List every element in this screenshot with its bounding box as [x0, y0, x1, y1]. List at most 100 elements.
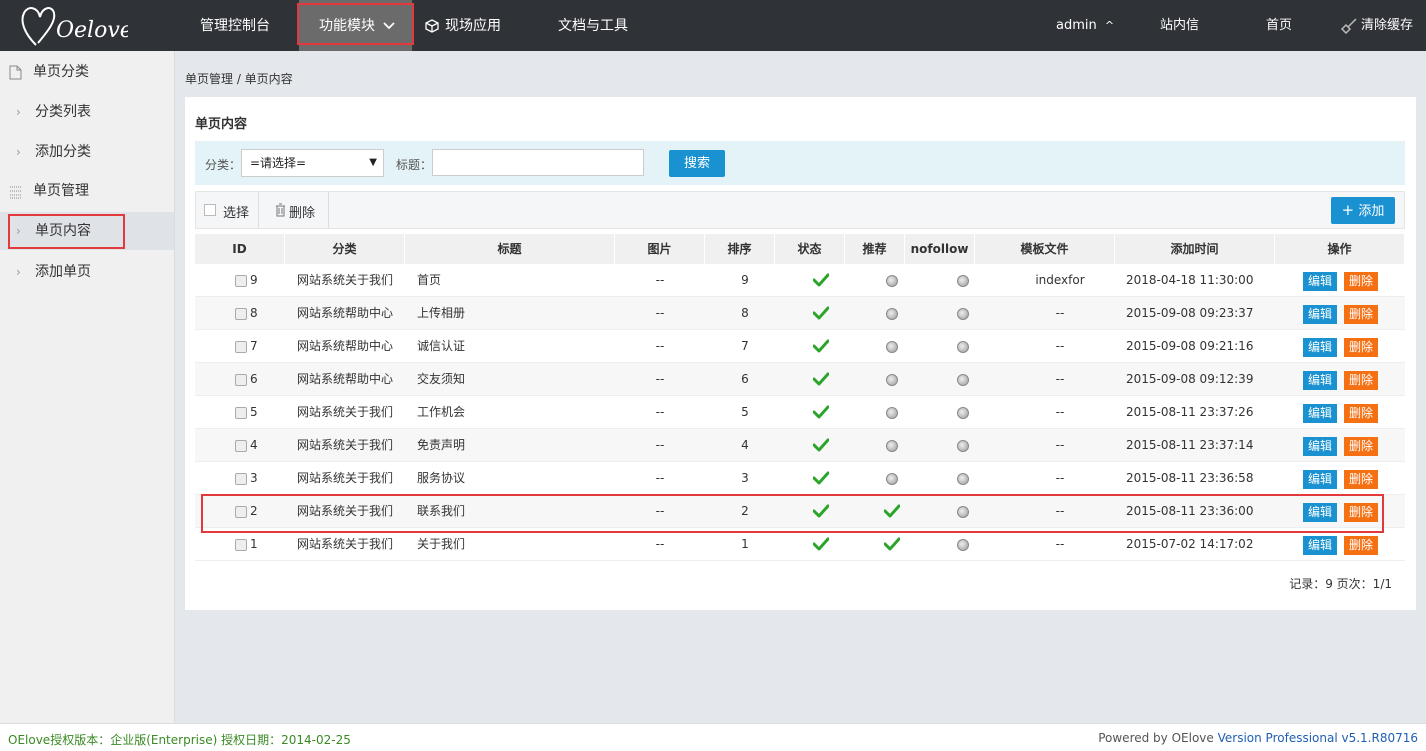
row-checkbox[interactable]: [235, 440, 247, 452]
status-check-icon[interactable]: [813, 306, 829, 320]
status-check-icon[interactable]: [813, 372, 829, 386]
nofollow-off-icon[interactable]: [957, 407, 969, 419]
delete-button[interactable]: 删除: [1344, 371, 1378, 390]
status-check-icon[interactable]: [813, 273, 829, 287]
status-check-icon[interactable]: [813, 339, 829, 353]
select-all-checkbox[interactable]: [204, 204, 216, 216]
row-category: 网站系统帮助中心: [297, 372, 394, 386]
search-button[interactable]: 搜索: [669, 150, 725, 177]
sidebar-item-add-category[interactable]: › 添加分类: [0, 133, 174, 171]
select-all-label: 选择: [223, 206, 250, 221]
recommend-off-icon[interactable]: [886, 440, 898, 452]
trash-icon: [276, 203, 285, 217]
recommend-off-icon[interactable]: [886, 407, 898, 419]
table-toolbar: 选择 删除 + 添加: [195, 191, 1405, 229]
edit-button[interactable]: 编辑: [1303, 404, 1337, 423]
row-checkbox[interactable]: [235, 539, 247, 551]
document-icon: [9, 65, 22, 80]
nofollow-off-icon[interactable]: [957, 440, 969, 452]
nav-onsite-apps[interactable]: 现场应用: [425, 0, 501, 51]
recommend-off-icon[interactable]: [886, 308, 898, 320]
recommend-off-icon[interactable]: [886, 374, 898, 386]
row-title[interactable]: 交友须知: [417, 363, 465, 396]
row-title[interactable]: 首页: [417, 264, 441, 297]
sidebar-section-page-management: 单页管理: [0, 172, 174, 210]
delete-button[interactable]: 删除: [1344, 404, 1378, 423]
add-page-button[interactable]: + 添加: [1331, 197, 1395, 224]
nofollow-off-icon[interactable]: [957, 275, 969, 287]
delete-button[interactable]: 删除: [1344, 536, 1378, 555]
edit-button[interactable]: 编辑: [1303, 437, 1337, 456]
nav-docs-tools[interactable]: 文档与工具: [558, 0, 628, 51]
row-title[interactable]: 上传相册: [417, 297, 465, 330]
table-row: 8 网站系统帮助中心 上传相册 -- 8 -- 2015-09-08 09:23:37 编辑删…: [195, 297, 1405, 330]
status-check-icon[interactable]: [813, 405, 829, 419]
row-order: 7: [741, 339, 749, 353]
row-title[interactable]: 免责声明: [417, 429, 465, 462]
nofollow-off-icon[interactable]: [957, 341, 969, 353]
row-checkbox[interactable]: [235, 407, 247, 419]
clear-cache-button[interactable]: 清除缓存: [1340, 0, 1413, 51]
table-row: 4 网站系统关于我们 免责声明 -- 4 -- 2015-08-11 23:37:14 编辑删…: [195, 429, 1405, 462]
recommend-off-icon[interactable]: [886, 275, 898, 287]
title-label: 标题：: [396, 158, 433, 172]
row-id: 8: [250, 306, 258, 320]
row-added-time: 2018-04-18 11:30:00: [1126, 273, 1254, 287]
sidebar-item-category-list[interactable]: › 分类列表: [0, 93, 174, 131]
edit-button[interactable]: 编辑: [1303, 536, 1337, 555]
license-info: OElove授权版本：企业版(Enterprise) 授权日期：2014-02-…: [8, 733, 351, 747]
row-title[interactable]: 服务协议: [417, 462, 465, 495]
bulk-delete-button[interactable]: 删除: [259, 192, 329, 228]
nav-dashboard[interactable]: 管理控制台: [200, 0, 270, 51]
row-category: 网站系统帮助中心: [297, 306, 394, 320]
delete-button[interactable]: 删除: [1344, 272, 1378, 291]
row-checkbox[interactable]: [235, 308, 247, 320]
row-template: --: [1055, 438, 1065, 452]
row-checkbox[interactable]: [235, 374, 247, 386]
edit-button[interactable]: 编辑: [1303, 305, 1337, 324]
title-input[interactable]: [432, 149, 644, 176]
plus-icon: +: [1341, 201, 1355, 219]
nav-home[interactable]: 首页: [1266, 0, 1292, 51]
nofollow-off-icon[interactable]: [957, 374, 969, 386]
version-link[interactable]: Version Professional v5.1.R80716: [1218, 731, 1418, 745]
row-added-time: 2015-09-08 09:21:16: [1126, 339, 1254, 353]
status-check-icon[interactable]: [813, 438, 829, 452]
sidebar: 单页分类 › 分类列表 › 添加分类 单页管理 › 单页内容 › 添加单页: [0, 51, 175, 723]
oelove-logo[interactable]: Oelove: [18, 3, 128, 49]
status-check-icon[interactable]: [813, 471, 829, 485]
row-checkbox[interactable]: [235, 341, 247, 353]
row-template: --: [1055, 405, 1065, 419]
header-col-actions: 操作: [1275, 234, 1405, 264]
row-title[interactable]: 工作机会: [417, 396, 465, 429]
edit-button[interactable]: 编辑: [1303, 371, 1337, 390]
table-header: ID 分类 标题 图片 排序 状态 推荐 nofollow 模板文件 添加时间 操作: [195, 234, 1405, 264]
row-order: 8: [741, 306, 749, 320]
edit-button[interactable]: 编辑: [1303, 272, 1337, 291]
edit-button[interactable]: 编辑: [1303, 470, 1337, 489]
header-col-added: 添加时间: [1115, 234, 1275, 264]
delete-button[interactable]: 删除: [1344, 305, 1378, 324]
nofollow-off-icon[interactable]: [957, 308, 969, 320]
sidebar-section-page-category: 单页分类: [0, 53, 174, 91]
delete-button[interactable]: 删除: [1344, 437, 1378, 456]
nofollow-off-icon[interactable]: [957, 473, 969, 485]
recommend-off-icon[interactable]: [886, 473, 898, 485]
recommend-check-icon[interactable]: [884, 537, 900, 551]
nav-messages[interactable]: 站内信: [1160, 0, 1199, 51]
row-checkbox[interactable]: [235, 275, 247, 287]
category-select[interactable]: =请选择= ▼: [241, 149, 384, 177]
row-order: 5: [741, 405, 749, 419]
edit-button[interactable]: 编辑: [1303, 338, 1337, 357]
user-menu[interactable]: admin ^: [1056, 0, 1114, 51]
row-order: 9: [741, 273, 749, 287]
delete-button[interactable]: 删除: [1344, 470, 1378, 489]
delete-button[interactable]: 删除: [1344, 338, 1378, 357]
sidebar-item-add-page[interactable]: › 添加单页: [0, 253, 174, 291]
status-check-icon[interactable]: [813, 537, 829, 551]
recommend-off-icon[interactable]: [886, 341, 898, 353]
select-all-toggle[interactable]: 选择: [196, 192, 259, 228]
row-title[interactable]: 诚信认证: [417, 330, 465, 363]
nofollow-off-icon[interactable]: [957, 539, 969, 551]
row-checkbox[interactable]: [235, 473, 247, 485]
